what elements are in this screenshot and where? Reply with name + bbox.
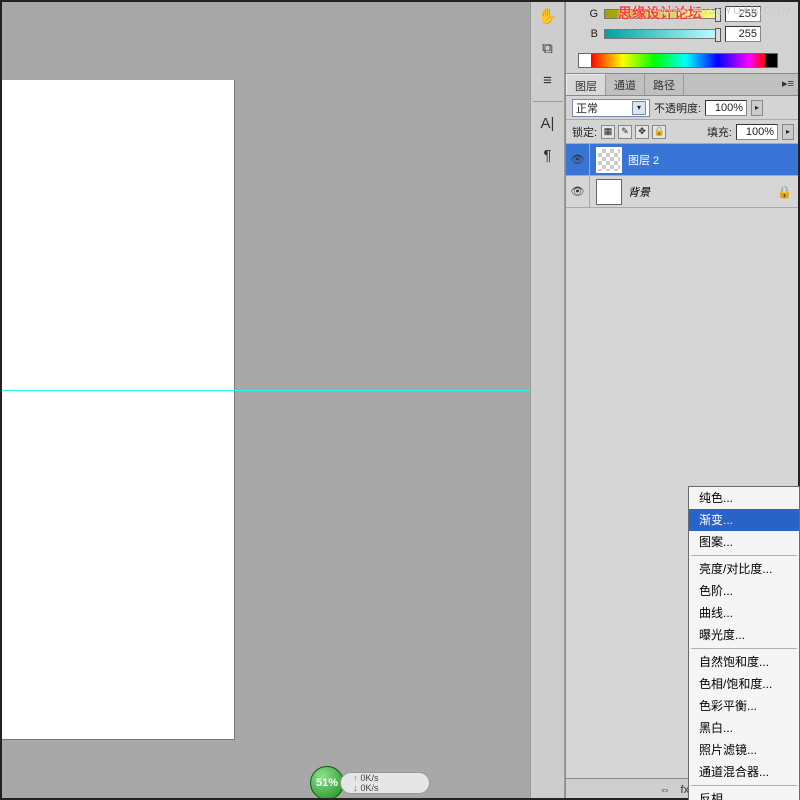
layer-name[interactable]: 图层 2	[628, 152, 792, 168]
menu-item[interactable]: 色彩平衡...	[689, 695, 799, 717]
lock-all-icon[interactable]: 🔒	[652, 125, 666, 139]
speed-ball[interactable]: 51%	[310, 766, 344, 800]
menu-separator	[691, 555, 797, 556]
speed-pill: ↑0K/s ↓0K/s	[340, 772, 430, 794]
tab-layers[interactable]: 图层	[566, 74, 606, 95]
link-layers-icon[interactable]: ⇔	[660, 784, 671, 796]
b-input[interactable]: 255	[725, 26, 761, 42]
tool-clone-icon[interactable]: ⧉	[536, 37, 560, 59]
layer-row[interactable]: 👁 图层 2	[566, 144, 800, 176]
menu-separator	[691, 785, 797, 786]
lock-row: 锁定: ▦ ✎ ✥ 🔒 填充: 100% ▸	[566, 120, 800, 144]
app-root: ✋ ⧉ ≡ A| ¶ G 255 B 255 图层 通道 路径 ▸≡	[0, 0, 800, 800]
speed-up: 0K/s	[361, 773, 379, 783]
menu-item[interactable]: 色阶...	[689, 580, 799, 602]
lock-icons-group: ▦ ✎ ✥ 🔒	[601, 125, 666, 139]
opacity-flyout-icon[interactable]: ▸	[751, 100, 763, 116]
fill-input[interactable]: 100%	[736, 124, 778, 140]
visibility-eye-icon[interactable]: 👁	[566, 144, 590, 176]
fill-label: 填充:	[707, 124, 732, 140]
slider-thumb-icon[interactable]	[715, 28, 721, 42]
chevron-down-icon[interactable]: ▾	[632, 101, 646, 115]
visibility-eye-icon[interactable]: 👁	[566, 176, 590, 208]
speed-pct: 51%	[316, 777, 338, 789]
collapsed-panel-strip: ✋ ⧉ ≡ A| ¶	[530, 0, 565, 800]
menu-item[interactable]: 通道混合器...	[689, 761, 799, 783]
horizontal-guide[interactable]	[0, 390, 530, 391]
watermark-url: WWW.MISSYUAN.COM	[656, 5, 792, 17]
menu-item[interactable]: 自然饱和度...	[689, 651, 799, 673]
menu-item[interactable]: 黑白...	[689, 717, 799, 739]
document-canvas[interactable]	[0, 80, 235, 740]
tool-measure-icon[interactable]: ≡	[536, 69, 560, 91]
tab-paths[interactable]: 路径	[645, 74, 684, 95]
canvas-area	[0, 0, 530, 800]
tool-hand-icon[interactable]: ✋	[536, 5, 560, 27]
menu-item[interactable]: 图案...	[689, 531, 799, 553]
b-slider[interactable]	[604, 29, 719, 39]
menu-item[interactable]: 照片滤镜...	[689, 739, 799, 761]
g-label: G	[584, 8, 598, 20]
blend-mode-value: 正常	[576, 100, 598, 116]
opacity-input[interactable]: 100%	[705, 100, 747, 116]
network-speed-widget[interactable]: 51% ↑0K/s ↓0K/s	[310, 766, 450, 800]
menu-item[interactable]: 渐变...	[689, 509, 799, 531]
lock-pixels-icon[interactable]: ✎	[618, 125, 632, 139]
tool-paragraph-icon[interactable]: ¶	[536, 144, 560, 166]
lock-indicator-icon: 🔒	[777, 185, 792, 199]
arrow-up-icon: ↑	[353, 773, 358, 783]
menu-item[interactable]: 色相/饱和度...	[689, 673, 799, 695]
menu-item[interactable]: 曲线...	[689, 602, 799, 624]
menu-item[interactable]: 亮度/对比度...	[689, 558, 799, 580]
layer-thumbnail[interactable]	[596, 147, 622, 173]
lock-transparent-icon[interactable]: ▦	[601, 125, 615, 139]
speed-down: 0K/s	[361, 783, 379, 793]
menu-separator	[691, 648, 797, 649]
strip-divider	[533, 101, 563, 102]
layer-row[interactable]: 👁 背景 🔒	[566, 176, 800, 208]
menu-item[interactable]: 曝光度...	[689, 624, 799, 646]
panel-tabs: 图层 通道 路径 ▸≡	[566, 74, 800, 96]
menu-item[interactable]: 纯色...	[689, 487, 799, 509]
fill-adjustment-context-menu: 纯色...渐变...图案... 亮度/对比度...色阶...曲线...曝光度...…	[688, 486, 800, 800]
fill-flyout-icon[interactable]: ▸	[782, 124, 794, 140]
opacity-label: 不透明度:	[654, 100, 701, 116]
b-label: B	[584, 28, 598, 40]
tab-channels[interactable]: 通道	[606, 74, 645, 95]
layer-name[interactable]: 背景	[628, 184, 771, 200]
layer-thumbnail[interactable]	[596, 179, 622, 205]
lock-label: 锁定:	[572, 124, 597, 140]
tool-character-icon[interactable]: A|	[536, 112, 560, 134]
blend-row: 正常 ▾ 不透明度: 100% ▸	[566, 96, 800, 120]
arrow-down-icon: ↓	[353, 783, 358, 793]
blend-mode-dropdown[interactable]: 正常 ▾	[572, 99, 650, 117]
menu-item[interactable]: 反相	[689, 788, 799, 800]
color-ramp[interactable]	[578, 53, 778, 68]
panel-menu-icon[interactable]: ▸≡	[776, 74, 800, 95]
lock-position-icon[interactable]: ✥	[635, 125, 649, 139]
